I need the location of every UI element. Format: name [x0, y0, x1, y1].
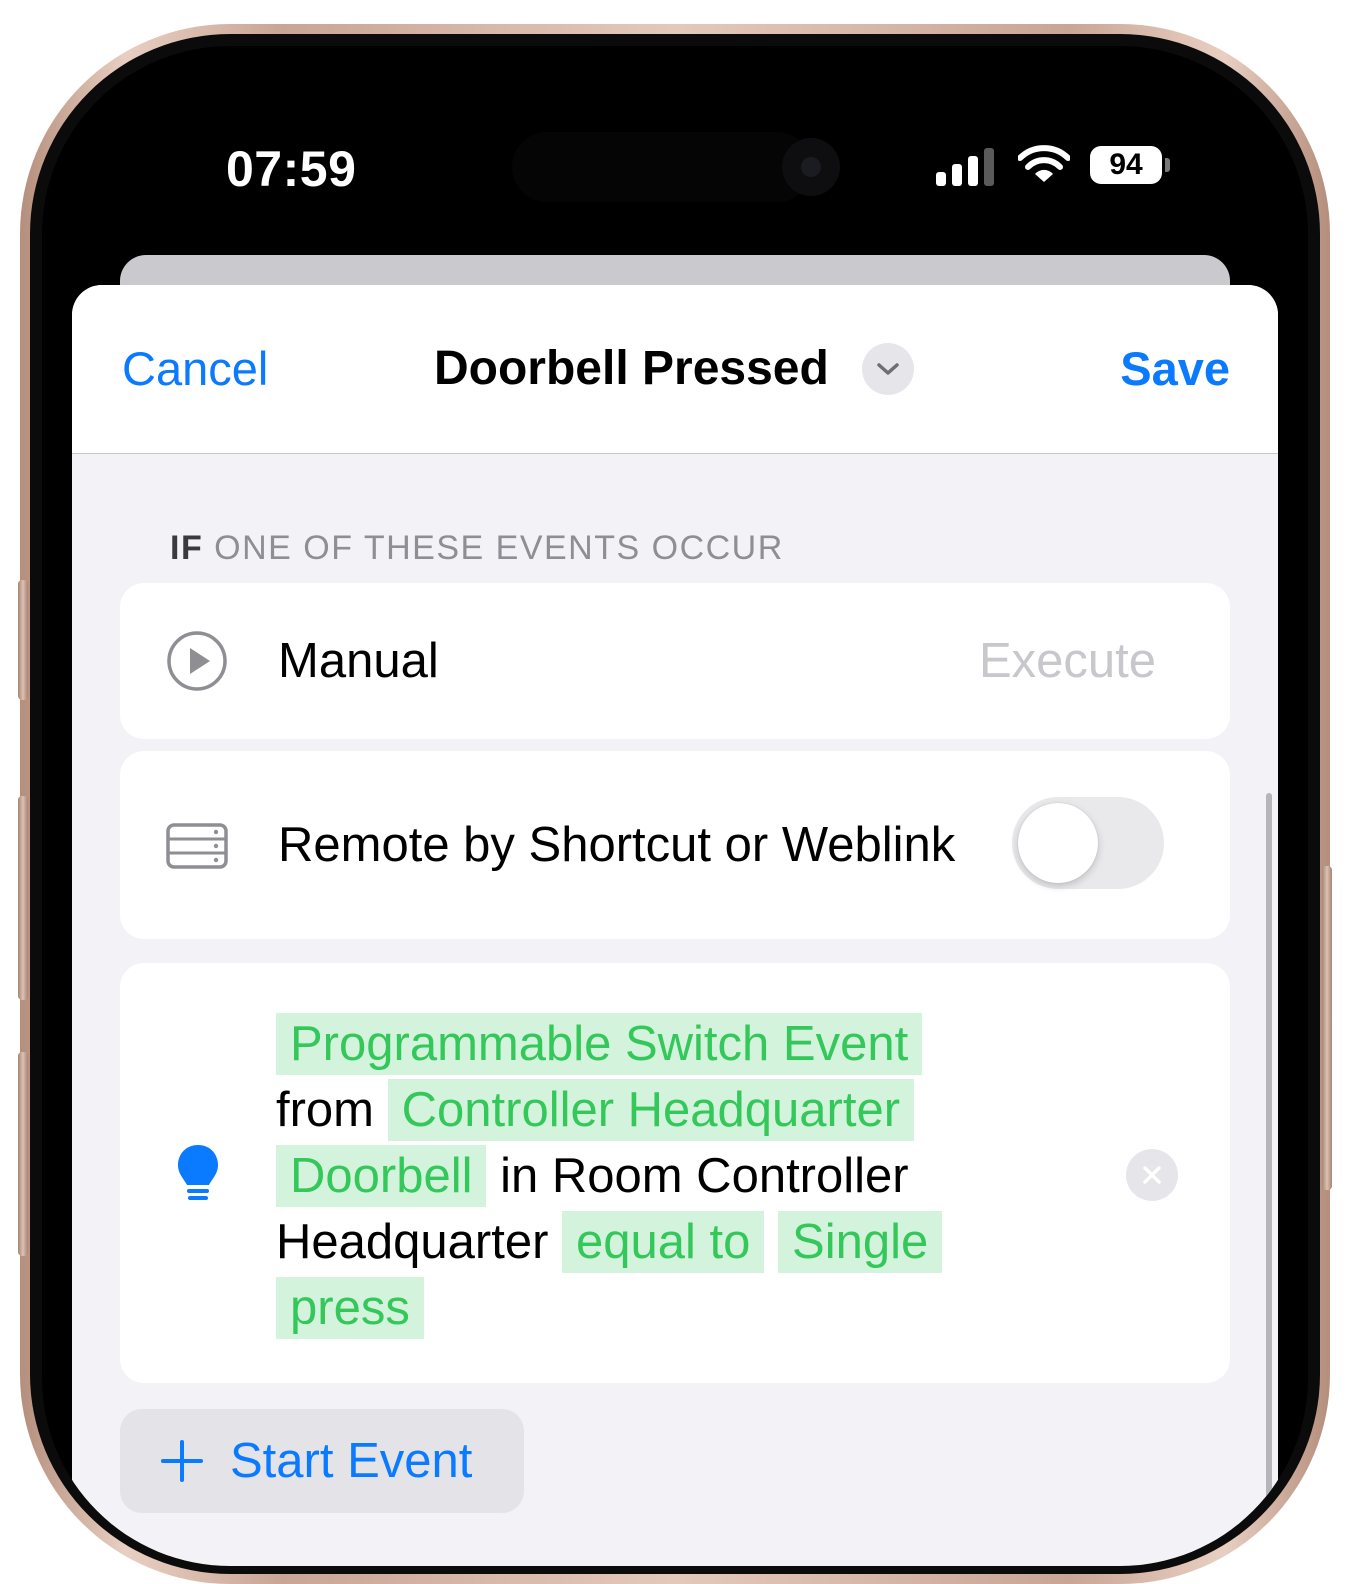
execute-button[interactable]: Execute: [979, 633, 1156, 689]
title-menu-button[interactable]: [862, 343, 914, 395]
manual-label: Manual: [278, 634, 439, 688]
chevron-down-icon: [877, 363, 899, 375]
section-header: IF ONE OF THESE EVENTS OCCUR: [170, 529, 784, 568]
power-button: [1322, 866, 1332, 1190]
play-circle-icon: [167, 631, 227, 691]
action-button: [18, 580, 28, 700]
remove-event-button[interactable]: [1126, 1149, 1178, 1201]
event-row-switch: Programmable Switch Event from Controlle…: [120, 963, 1230, 1383]
server-icon: [166, 823, 228, 869]
start-event-button[interactable]: Start Event: [120, 1409, 524, 1513]
wifi-icon: [1018, 145, 1070, 182]
volume-down-button: [18, 1052, 28, 1256]
status-time: 07:59: [226, 141, 357, 197]
battery-tip: [1165, 158, 1170, 172]
page-title[interactable]: Doorbell Pressed: [434, 341, 829, 396]
toggle-knob: [1018, 803, 1098, 883]
event-row-remote: Remote by Shortcut or Weblink: [120, 751, 1230, 939]
from-text: from: [276, 1083, 374, 1137]
save-button[interactable]: Save: [1120, 341, 1230, 396]
event-type-token[interactable]: Programmable Switch Event: [276, 1013, 923, 1075]
automation-sheet: Cancel Doorbell Pressed Save IF ONE OF T…: [72, 285, 1278, 1566]
plus-icon: [161, 1440, 203, 1482]
volume-up-button: [18, 796, 28, 1000]
lightbulb-icon: [178, 1145, 218, 1200]
remote-label: Remote by Shortcut or Weblink: [278, 818, 956, 872]
front-camera: [782, 138, 840, 196]
operator-token[interactable]: equal to: [562, 1211, 765, 1273]
cancel-button[interactable]: Cancel: [122, 341, 268, 396]
clear-icon: [1143, 1166, 1161, 1184]
battery-icon: 94: [1090, 146, 1162, 184]
event-description: Programmable Switch Event from Controlle…: [276, 1011, 996, 1341]
nav-bar: Cancel Doorbell Pressed Save: [72, 285, 1278, 454]
start-event-label: Start Event: [230, 1434, 473, 1488]
scrollbar[interactable]: [1266, 793, 1272, 1566]
if-label: IF: [170, 529, 204, 567]
event-row-manual[interactable]: Manual Execute: [120, 583, 1230, 739]
remote-toggle[interactable]: [1012, 797, 1164, 889]
signal-icon: [936, 142, 996, 186]
dynamic-island: [512, 132, 812, 202]
section-title: ONE OF THESE EVENTS OCCUR: [214, 529, 784, 567]
screen: 07:59 94 Cancel Doorbell Pressed Save IF…: [42, 46, 1308, 1566]
